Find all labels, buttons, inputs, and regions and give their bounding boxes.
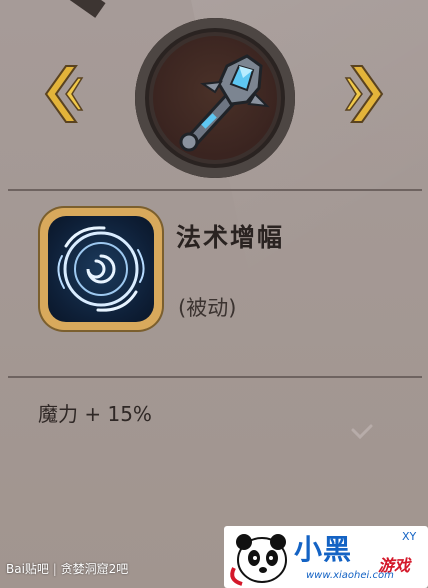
skill-icon-inner — [48, 216, 154, 322]
skill-type: (被动) — [178, 296, 237, 320]
top-corner-ornament — [62, 0, 106, 18]
watermark-tag-small: XY — [402, 530, 417, 543]
site-watermark: 小黑 XY 游戏 www.xiaohei.com — [224, 526, 428, 588]
next-item-button[interactable] — [344, 64, 388, 124]
watermark-title: 小黑 — [294, 533, 353, 566]
source-forum: 贪婪洞窟2吧 — [60, 562, 129, 576]
chevron-left-double-icon — [44, 65, 84, 123]
panda-logo-icon — [230, 534, 287, 586]
source-brand-suffix: 贴吧 — [24, 562, 49, 576]
source-separator: | — [52, 562, 57, 576]
divider-top — [8, 189, 422, 191]
faint-check-icon — [351, 424, 373, 440]
stat-bonus: 魔力 + 15% — [38, 402, 152, 426]
staff-icon — [179, 54, 270, 152]
skill-icon-frame — [40, 208, 162, 330]
item-icon-medallion — [135, 18, 295, 178]
watermark-url: www.xiaohei.com — [306, 570, 394, 581]
chevron-right-double-icon — [344, 65, 384, 123]
source-brand: Bai — [6, 562, 25, 576]
source-caption: Bai贴吧 | 贪婪洞窟2吧 — [6, 560, 128, 577]
skill-name: 法术增幅 — [176, 223, 285, 252]
item-detail-panel: 法术增幅 (被动) 魔力 + 15% Bai贴吧 | 贪婪洞窟2吧 小黑 XY … — [0, 0, 428, 588]
previous-item-button[interactable] — [40, 64, 84, 124]
swirl-icon — [57, 226, 145, 312]
divider-bottom — [8, 376, 422, 378]
